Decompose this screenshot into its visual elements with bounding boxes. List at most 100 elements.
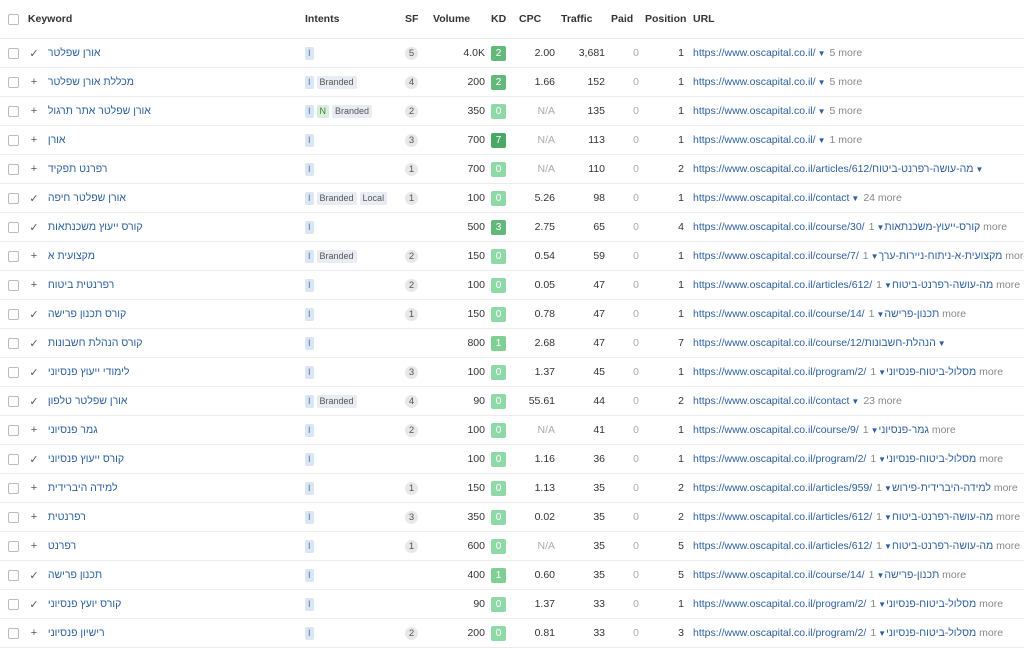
row-checkbox[interactable] [8,598,19,610]
keyword-link[interactable]: אורן שפלטר טלפון [48,395,128,407]
chevron-down-icon[interactable]: ▼ [878,368,886,377]
row-checkbox[interactable] [8,540,19,552]
add-icon[interactable]: + [28,279,40,291]
header-volume[interactable]: Volume [433,0,491,39]
url-link[interactable]: https://www.oscapital.co.il/contact [693,192,849,204]
more-urls-link[interactable]: 23 more [863,395,902,407]
row-checkbox[interactable] [8,627,19,639]
chevron-down-icon[interactable]: ▼ [851,397,859,406]
table-row[interactable]: + מכללת אורן שפלטר I Branded 4 200 2 1.66… [0,67,1024,97]
keyword-link[interactable]: מכללת אורן שפלטר [48,76,134,88]
serp-features-count[interactable]: 1 [405,481,418,495]
keyword-link[interactable]: רפרנט [48,540,76,552]
chevron-down-icon[interactable]: ▼ [818,136,826,145]
table-row[interactable]: ✓ לימודי ייעוץ פנסיוני I 3 100 0 1.37 45… [0,357,1024,387]
url-link[interactable]: https://www.oscapital.co.il/articles/612… [693,279,993,291]
chevron-down-icon[interactable]: ▼ [818,107,826,116]
check-icon[interactable]: ✓ [28,453,40,466]
more-urls-link[interactable]: 24 more [863,192,902,204]
keyword-link[interactable]: קורס ייעוץ פנסיוני [48,453,124,465]
chevron-down-icon[interactable]: ▼ [878,600,886,609]
check-icon[interactable]: ✓ [28,221,40,234]
table-row[interactable]: + אורן שפלטר אתר תרגול I N Branded 2 350 0… [0,96,1024,126]
check-icon[interactable]: ✓ [28,569,40,582]
url-link[interactable]: https://www.oscapital.co.il/articles/959… [693,482,991,494]
serp-features-count[interactable]: 2 [405,104,418,118]
keyword-link[interactable]: רפרנטית ביטוח [48,279,114,291]
serp-features-count[interactable]: 2 [405,249,418,263]
keyword-link[interactable]: תכנון פרישה [48,569,102,581]
more-urls-link[interactable]: 5 more [829,76,862,88]
url-link[interactable]: https://www.oscapital.co.il/course/7/מקצ… [693,250,1002,262]
chevron-down-icon[interactable]: ▼ [871,252,879,261]
table-row[interactable]: ✓ תכנון פרישה I 400 1 0.60 35 0 5 https:… [0,560,1024,590]
add-icon[interactable]: + [28,424,40,436]
url-link[interactable]: https://www.oscapital.co.il/program/2/מס… [693,627,976,639]
url-link[interactable]: https://www.oscapital.co.il/articles/612… [693,540,993,552]
serp-features-count[interactable]: 1 [405,539,418,553]
row-checkbox[interactable] [8,424,19,436]
header-cpc[interactable]: CPC [519,0,561,39]
chevron-down-icon[interactable]: ▼ [884,281,892,290]
check-icon[interactable]: ✓ [28,337,40,350]
url-link[interactable]: https://www.oscapital.co.il/contact [693,395,849,407]
add-icon[interactable]: + [28,134,40,146]
add-icon[interactable]: + [28,76,40,88]
keyword-link[interactable]: למידה היברידית [48,482,118,494]
row-checkbox[interactable] [8,192,19,204]
keyword-link[interactable]: קורס ייעוץ משכנתאות [48,221,143,233]
serp-features-count[interactable]: 2 [405,278,418,292]
add-icon[interactable]: + [28,163,40,175]
row-checkbox[interactable] [8,337,19,349]
row-checkbox[interactable] [8,395,19,407]
url-link[interactable]: https://www.oscapital.co.il/articles/612… [693,163,973,175]
serp-features-count[interactable]: 2 [405,423,418,437]
keyword-link[interactable]: קורס יועץ פנסיוני [48,598,121,610]
serp-features-count[interactable]: 1 [405,162,418,176]
table-row[interactable]: + רפרנט תפקיד I 1 700 0 N/A 110 0 2 http… [0,154,1024,184]
table-row[interactable]: ✓ קורס הנהלת חשבונות I 800 1 2.68 47 0 7… [0,328,1024,358]
serp-features-count[interactable]: 3 [405,510,418,524]
header-position[interactable]: Position [645,0,690,39]
row-checkbox[interactable] [8,47,19,59]
row-checkbox[interactable] [8,134,19,146]
keyword-link[interactable]: רפרנטית [48,511,86,523]
url-link[interactable]: https://www.oscapital.co.il/course/14/תכ… [693,569,939,581]
row-checkbox[interactable] [8,308,19,320]
url-link[interactable]: https://www.oscapital.co.il/course/14/תכ… [693,308,939,320]
table-row[interactable]: + רפרנט I 1 600 0 N/A 35 0 5 https://www… [0,531,1024,561]
url-link[interactable]: https://www.oscapital.co.il/ [693,47,816,59]
check-icon[interactable]: ✓ [28,598,40,611]
table-row[interactable]: + מקצועית א I Branded 2 150 0 0.54 59 0 1… [0,241,1024,271]
url-link[interactable]: https://www.oscapital.co.il/ [693,105,816,117]
table-row[interactable]: ✓ קורס תכנון פרישה I 1 150 0 0.78 47 0 1… [0,299,1024,329]
table-row[interactable]: ✓ אורן שפלטר חיפה I Branded Local 1 100 0 … [0,183,1024,213]
url-link[interactable]: https://www.oscapital.co.il/ [693,134,816,146]
add-icon[interactable]: + [28,105,40,117]
table-row[interactable]: + רפרנטית I 3 350 0 0.02 35 0 2 https://… [0,502,1024,532]
url-link[interactable]: https://www.oscapital.co.il/course/30/קו… [693,221,980,233]
serp-features-count[interactable]: 4 [405,394,418,408]
chevron-down-icon[interactable]: ▼ [938,339,946,348]
chevron-down-icon[interactable]: ▼ [851,194,859,203]
row-checkbox[interactable] [8,250,19,262]
header-sf[interactable]: SF [405,0,433,39]
chevron-down-icon[interactable]: ▼ [975,165,983,174]
more-urls-link[interactable]: 5 more [829,105,862,117]
row-checkbox[interactable] [8,221,19,233]
row-checkbox[interactable] [8,163,19,175]
serp-features-count[interactable]: 3 [405,365,418,379]
table-row[interactable]: ✓ קורס יועץ פנסיוני I 90 0 1.37 33 0 1 h… [0,589,1024,619]
header-intents[interactable]: Intents [305,0,405,39]
table-row[interactable]: ✓ אורן שפלטר I 5 4.0K 2 2.00 3,681 0 1 h… [0,38,1024,68]
row-checkbox[interactable] [8,105,19,117]
chevron-down-icon[interactable]: ▼ [884,513,892,522]
row-checkbox[interactable] [8,511,19,523]
keyword-link[interactable]: רישיון פנסיוני [48,627,105,639]
row-checkbox[interactable] [8,482,19,494]
serp-features-count[interactable]: 2 [405,626,418,640]
chevron-down-icon[interactable]: ▼ [878,629,886,638]
keyword-link[interactable]: לימודי ייעוץ פנסיוני [48,366,130,378]
keyword-link[interactable]: אורן שפלטר [48,47,101,59]
header-keyword[interactable]: Keyword [0,0,305,39]
